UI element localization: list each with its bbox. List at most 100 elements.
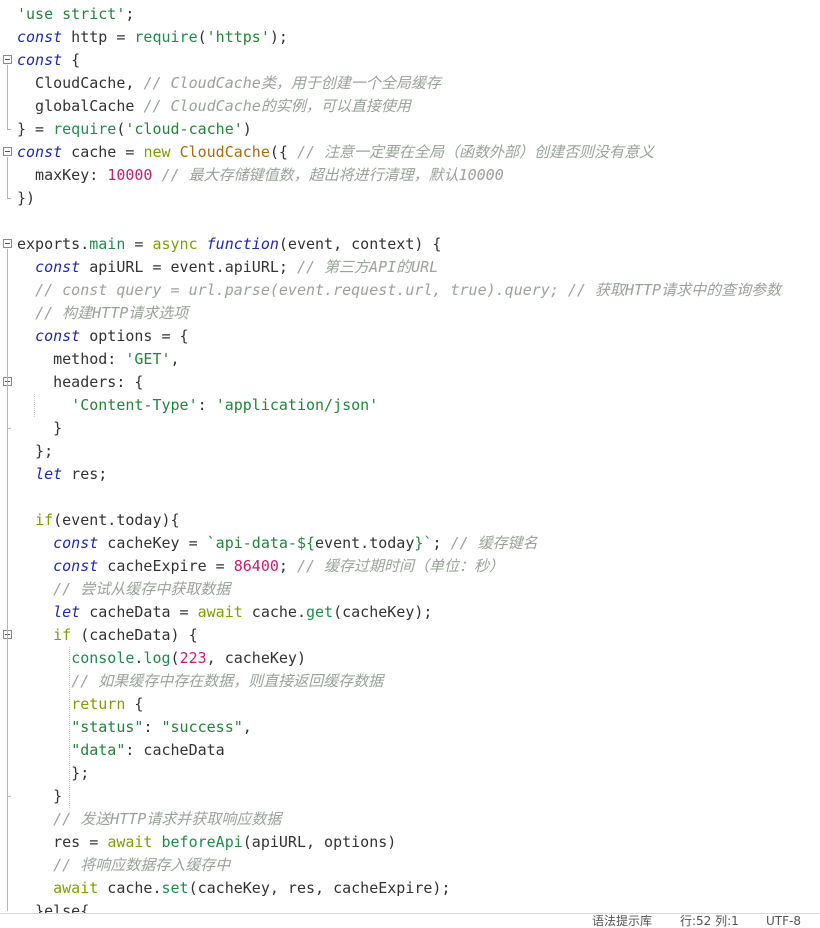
- code-token: }: [17, 787, 63, 805]
- code-token: // 构建HTTP请求选项: [35, 304, 189, 322]
- code-token: };: [17, 442, 54, 460]
- code-line[interactable]: headers: {: [0, 371, 820, 394]
- code-line[interactable]: const cacheKey = `api-data-${event.today…: [0, 532, 820, 555]
- code-line[interactable]: await cache.set(cacheKey, res, cacheExpi…: [0, 877, 820, 900]
- code-line[interactable]: }: [0, 417, 820, 440]
- code-line[interactable]: CloudCache, // CloudCache类，用于创建一个全局缓存: [0, 72, 820, 95]
- code-token: 'use strict': [17, 5, 126, 23]
- code-line[interactable]: const apiURL = event.apiURL; // 第三方API的U…: [0, 256, 820, 279]
- code-token: ;: [432, 534, 451, 552]
- code-line[interactable]: const cache = new CloudCache({ // 注意一定要在…: [0, 141, 820, 164]
- fold-toggle-icon[interactable]: [3, 239, 12, 248]
- code-text: } = require('cloud-cache'): [17, 118, 252, 141]
- code-text: // 构建HTTP请求选项: [17, 302, 188, 325]
- code-line[interactable]: } = require('cloud-cache'): [0, 118, 820, 141]
- code-line[interactable]: // 如果缓存中存在数据，则直接返回缓存数据: [0, 670, 820, 693]
- code-token: res;: [62, 465, 108, 483]
- code-line[interactable]: 'Content-Type': 'application/json': [0, 394, 820, 417]
- code-line[interactable]: }: [0, 785, 820, 808]
- code-text: }): [17, 187, 35, 210]
- code-text: globalCache // CloudCache的实例，可以直接使用: [17, 95, 411, 118]
- code-token: const: [53, 534, 99, 552]
- code-line[interactable]: globalCache // CloudCache的实例，可以直接使用: [0, 95, 820, 118]
- code-line[interactable]: if(event.today){: [0, 509, 820, 532]
- code-token: }: [17, 419, 63, 437]
- code-text: // 如果缓存中存在数据，则直接返回缓存数据: [17, 670, 383, 693]
- code-text: // 尝试从缓存中获取数据: [17, 578, 230, 601]
- code-text: const cacheExpire = 86400; // 缓存过期时间（单位：…: [17, 555, 504, 578]
- code-line[interactable]: const {: [0, 49, 820, 72]
- code-token: ,: [242, 718, 252, 736]
- fold-region-end: [7, 129, 11, 130]
- code-token: {: [62, 51, 81, 69]
- code-text: }else{: [17, 900, 89, 914]
- code-token: new: [143, 143, 171, 161]
- code-line[interactable]: // 将响应数据存入缓存中: [0, 854, 820, 877]
- code-line[interactable]: 'use strict';: [0, 3, 820, 26]
- code-token: globalCache: [17, 97, 144, 115]
- code-line[interactable]: let cacheData = await cache.get(cacheKey…: [0, 601, 820, 624]
- code-line[interactable]: exports.main = async function(event, con…: [0, 233, 820, 256]
- code-line[interactable]: }else{: [0, 900, 820, 914]
- code-token: log: [143, 649, 171, 667]
- code-text: const cacheKey = `api-data-${event.today…: [17, 532, 537, 555]
- code-line[interactable]: // 构建HTTP请求选项: [0, 302, 820, 325]
- code-line[interactable]: [0, 486, 820, 509]
- code-line[interactable]: const cacheExpire = 86400; // 缓存过期时间（单位：…: [0, 555, 820, 578]
- code-token: function: [206, 235, 279, 253]
- code-token: 'Content-Type': [71, 396, 198, 414]
- code-editor[interactable]: 'use strict'; const http = require('https…: [0, 0, 820, 914]
- code-token: console: [71, 649, 135, 667]
- code-text: // 发送HTTP请求并获取响应数据: [17, 808, 281, 831]
- fold-toggle-icon[interactable]: [3, 147, 12, 156]
- code-token: (cacheKey, res, cacheExpire);: [188, 879, 451, 897]
- code-line[interactable]: method: 'GET',: [0, 348, 820, 371]
- fold-toggle-icon[interactable]: [3, 55, 12, 64]
- code-token: options = {: [80, 327, 189, 345]
- encoding-label[interactable]: UTF-8: [766, 915, 801, 928]
- code-line[interactable]: const http = require('https');: [0, 26, 820, 49]
- code-text: return {: [17, 693, 143, 716]
- code-token: cache.: [98, 879, 162, 897]
- code-line[interactable]: if (cacheData) {: [0, 624, 820, 647]
- code-token: cacheKey =: [98, 534, 207, 552]
- code-text: // 将响应数据存入缓存中: [17, 854, 230, 877]
- code-line[interactable]: [0, 210, 820, 233]
- code-token: // 如果缓存中存在数据，则直接返回缓存数据: [71, 672, 384, 690]
- code-line[interactable]: maxKey: 10000 // 最大存储键值数，超出将进行清理，默认10000: [0, 164, 820, 187]
- code-line[interactable]: "status": "success",: [0, 716, 820, 739]
- code-line[interactable]: // 尝试从缓存中获取数据: [0, 578, 820, 601]
- code-token: CloudCache,: [17, 74, 144, 92]
- code-text: if (cacheData) {: [17, 624, 198, 647]
- code-text: const http = require('https');: [17, 26, 288, 49]
- code-line[interactable]: const options = {: [0, 325, 820, 348]
- code-line[interactable]: };: [0, 440, 820, 463]
- code-line[interactable]: res = await beforeApi(apiURL, options): [0, 831, 820, 854]
- syntax-hint-label[interactable]: 语法提示库: [592, 915, 652, 928]
- code-line[interactable]: }): [0, 187, 820, 210]
- code-token: // 第三方API的URL: [296, 258, 439, 276]
- code-token: (: [197, 28, 207, 46]
- code-token: // 尝试从缓存中获取数据: [53, 580, 231, 598]
- code-line[interactable]: return {: [0, 693, 820, 716]
- code-text: CloudCache, // CloudCache类，用于创建一个全局缓存: [17, 72, 441, 95]
- code-line[interactable]: // const query = url.parse(event.request…: [0, 279, 820, 302]
- code-line[interactable]: };: [0, 762, 820, 785]
- code-line[interactable]: "data": cacheData: [0, 739, 820, 762]
- code-token: // 注意一定要在全局（函数外部）创建否则没有意义: [296, 143, 655, 161]
- code-text: }: [17, 785, 62, 808]
- code-text: maxKey: 10000 // 最大存储键值数，超出将进行清理，默认10000: [17, 164, 504, 187]
- code-line[interactable]: // 发送HTTP请求并获取响应数据: [0, 808, 820, 831]
- code-line[interactable]: console.log(223, cacheKey): [0, 647, 820, 670]
- code-line[interactable]: let res;: [0, 463, 820, 486]
